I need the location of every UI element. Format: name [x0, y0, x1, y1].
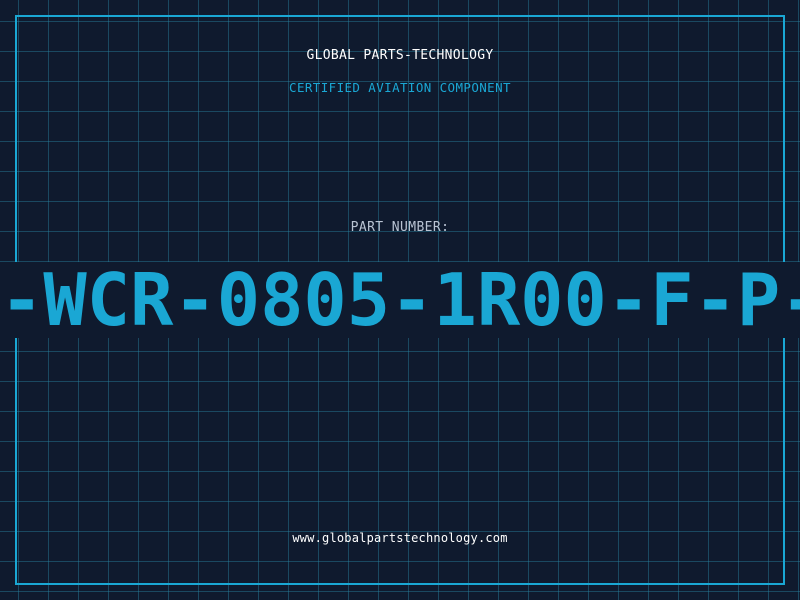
part-number-value: -WCR-0805-1R00-F-P-	[0, 260, 800, 340]
company-name: GLOBAL PARTS-TECHNOLOGY	[306, 48, 494, 63]
certification-tagline: CERTIFIED AVIATION COMPONENT	[289, 80, 511, 95]
website-url: www.globalpartstechnology.com	[292, 531, 508, 545]
part-number-display: -WCR-0805-1R00-F-P-	[0, 260, 800, 340]
part-number-label: PART NUMBER:	[350, 220, 450, 235]
